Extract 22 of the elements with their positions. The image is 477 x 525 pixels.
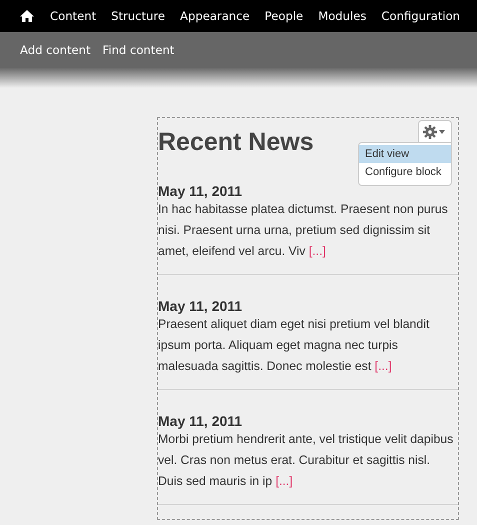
- toolbar-link[interactable]: People: [264, 9, 304, 23]
- settings-icon[interactable]: [418, 120, 452, 142]
- menu-item[interactable]: Configure block: [359, 163, 451, 181]
- toolbar-link[interactable]: Appearance: [180, 9, 250, 23]
- home-icon[interactable]: [20, 10, 34, 22]
- news-date: May 11, 2011: [158, 183, 244, 199]
- toolbar-link[interactable]: Modules: [318, 9, 366, 23]
- menu-item[interactable]: Edit view: [359, 145, 451, 163]
- toolbar-link[interactable]: Structure: [111, 9, 166, 23]
- read-more-link[interactable]: [...]: [374, 359, 392, 373]
- read-more-link[interactable]: [...]: [276, 474, 293, 488]
- shortcut-link[interactable]: Find content: [102, 43, 174, 57]
- toolbar-link[interactable]: Content: [50, 9, 96, 23]
- block-title: Recent News: [158, 128, 314, 157]
- news-date: May 11, 2011: [158, 298, 244, 314]
- news-date: May 11, 2011: [158, 413, 244, 429]
- shortcut-link[interactable]: Add content: [20, 43, 91, 57]
- news-text: Morbi pretium hendrerit ante, vel tristique velit dapibus vel. Cras non metus erat. Curabitur et sagittis nisl. Duis sed mauris in ip [...]: [158, 431, 454, 490]
- toolbar-link[interactable]: Configuration: [381, 9, 460, 23]
- news-text: Praesent aliquet diam eget nisi pretium vel blandit ipsum porta. Aliquam eget magna nec turpis malesuada sagittis. Donec molestie est [...]: [158, 316, 430, 375]
- read-more-link[interactable]: [...]: [308, 244, 326, 258]
- news-text: In hac habitasse platea dictumst. Praesent non purus nisi. Praesent urna urna, pretium sed dignissim sit amet, eleifend vel arcu. Viv [...]: [158, 201, 449, 260]
